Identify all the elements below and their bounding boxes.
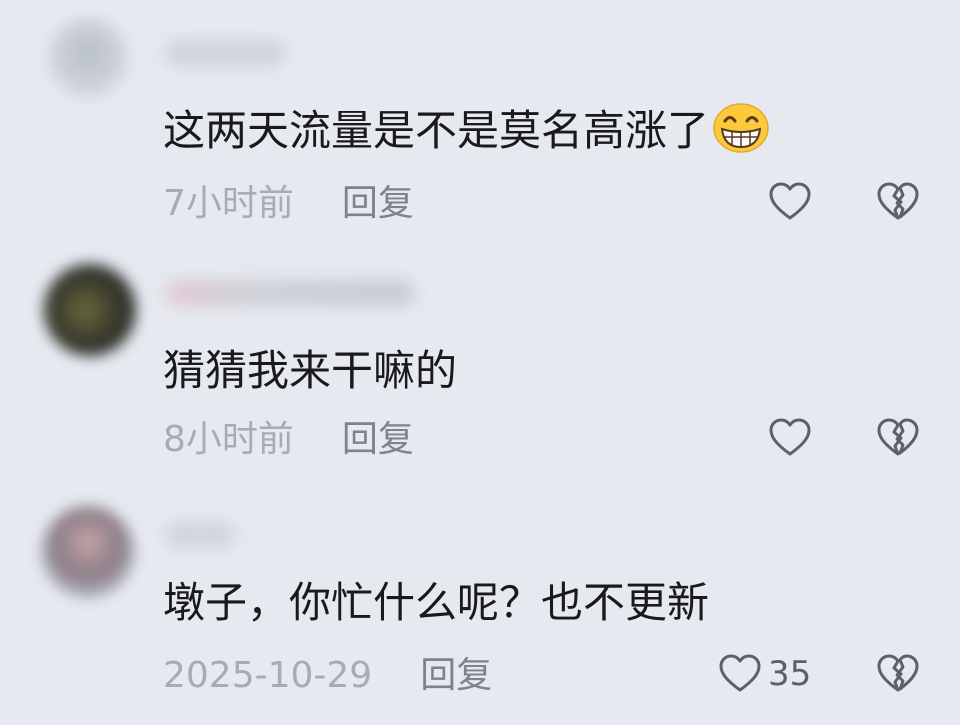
like-button[interactable] — [768, 418, 812, 458]
grinning-face-emoji-icon — [713, 102, 769, 160]
comment-meta: 2025-10-29 回复 — [163, 656, 492, 696]
dislike-button[interactable] — [876, 654, 920, 694]
broken-heart-icon — [877, 182, 919, 220]
reply-button[interactable]: 回复 — [342, 186, 414, 222]
broken-heart-icon — [877, 654, 919, 692]
avatar[interactable] — [48, 18, 128, 98]
comment-item: 这两天流量是不是莫名高涨了 7小时前 回复 — [0, 0, 960, 240]
comment-meta: 8小时前 回复 — [163, 420, 414, 460]
comment-meta: 7小时前 回复 — [163, 184, 414, 224]
comment-text: 猜猜我来干嘛的 — [163, 346, 458, 395]
comment-item: 猜猜我来干嘛的 8小时前 回复 — [0, 240, 960, 480]
avatar[interactable] — [42, 506, 134, 598]
comment-text: 墩子，你忙什么呢？也不更新 — [163, 578, 710, 627]
avatar[interactable] — [44, 264, 136, 356]
timestamp: 8小时前 — [163, 419, 294, 460]
username[interactable] — [165, 40, 285, 66]
broken-heart-icon — [877, 418, 919, 456]
reply-button[interactable]: 回复 — [420, 658, 492, 694]
dislike-button[interactable] — [876, 182, 920, 222]
heart-outline-icon — [769, 182, 811, 220]
username[interactable] — [165, 522, 235, 548]
like-count: 35 — [768, 654, 812, 694]
comment-text: 这两天流量是不是莫名高涨了 — [163, 102, 769, 154]
username[interactable] — [165, 280, 415, 306]
heart-outline-icon — [769, 418, 811, 456]
timestamp: 2025-10-29 — [163, 655, 373, 696]
like-button[interactable] — [768, 182, 812, 222]
timestamp: 7小时前 — [163, 183, 294, 224]
heart-outline-icon — [719, 654, 761, 692]
like-button[interactable]: 35 — [718, 654, 811, 694]
reply-button[interactable]: 回复 — [342, 422, 414, 458]
dislike-button[interactable] — [876, 418, 920, 458]
comment-item: 墩子，你忙什么呢？也不更新 2025-10-29 回复 35 — [0, 480, 960, 725]
